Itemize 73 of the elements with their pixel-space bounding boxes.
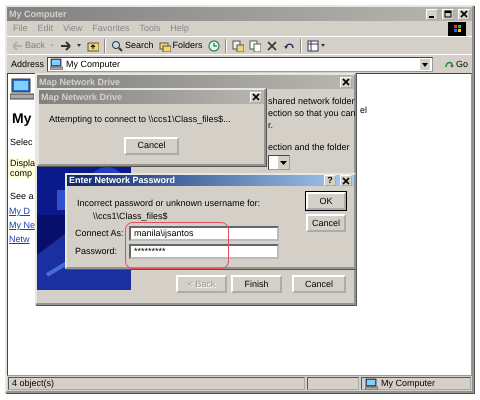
- pane-text-line: comp: [10, 168, 34, 180]
- clock-icon: [208, 40, 220, 52]
- wizard-button[interactable]: Finish: [231, 275, 282, 293]
- move-to-icon: [232, 40, 244, 52]
- help-button[interactable]: ?: [324, 175, 336, 186]
- pane-text: Selec: [9, 136, 34, 148]
- cancel-button[interactable]: Cancel: [124, 136, 179, 155]
- window-title: Enter Network Password: [69, 175, 176, 186]
- go-button[interactable]: Go: [444, 58, 468, 70]
- dropdown-caret-icon: [278, 156, 289, 169]
- ok-button[interactable]: OK: [306, 192, 346, 210]
- close-button[interactable]: [340, 175, 352, 186]
- input-field[interactable]: manila\ijsantos: [129, 226, 279, 241]
- forward-arrow-button[interactable]: [60, 40, 72, 52]
- clock-button[interactable]: [208, 40, 220, 52]
- minimize-button[interactable]: [426, 8, 438, 20]
- field-label: Connect As:: [75, 228, 125, 238]
- cancel-button[interactable]: Cancel: [306, 214, 346, 232]
- pane-text: See a: [9, 191, 35, 202]
- folders-button[interactable]: Folders: [158, 40, 203, 52]
- window-title: My Computer: [9, 8, 68, 20]
- wizard-text: ection so that you can: [268, 108, 356, 119]
- close-icon: [342, 78, 350, 86]
- close-icon: [342, 176, 350, 184]
- input-field[interactable]: *********: [129, 244, 279, 259]
- wizard-text: shared network folder: [268, 96, 356, 107]
- views-icon: [306, 40, 319, 52]
- window-title: Map Network Drive: [39, 76, 122, 88]
- maximize-icon: [444, 10, 452, 18]
- address-value: My Computer: [66, 58, 122, 70]
- folders-icon: [158, 40, 171, 52]
- wizard-text: r.: [268, 120, 274, 130]
- delete-icon: [266, 40, 278, 52]
- pane-link[interactable]: Netw: [8, 234, 30, 244]
- dropdown-caret-icon[interactable]: [420, 58, 430, 70]
- window-title: Map Network Drive: [41, 92, 124, 102]
- computer-icon: [50, 58, 64, 70]
- pane-text-line: Displa: [10, 158, 35, 168]
- address-field[interactable]: My Computer: [47, 56, 433, 72]
- label-fragment: el: [360, 105, 368, 116]
- windows-logo-icon: [448, 22, 466, 36]
- back-arrow-icon: [11, 40, 23, 52]
- close-button[interactable]: [458, 8, 470, 20]
- wizard-button[interactable]: Cancel: [292, 275, 346, 293]
- share-path: \\ccs1\Class_files$: [92, 210, 169, 222]
- dialog-message: Incorrect password or unknown username for:: [76, 198, 262, 209]
- pane-link[interactable]: My Ne: [8, 220, 35, 230]
- close-button[interactable]: [250, 92, 262, 102]
- field-label: Password:: [75, 246, 118, 256]
- close-icon: [460, 10, 468, 18]
- views-button[interactable]: [306, 40, 326, 52]
- status-panel: [307, 377, 359, 390]
- folder-up-icon: [87, 40, 100, 52]
- copy-to-icon: [248, 40, 261, 52]
- computer-icon: [10, 78, 34, 100]
- search-icon: [111, 40, 124, 52]
- close-icon: [252, 93, 260, 101]
- address-label: Address: [11, 58, 44, 70]
- search-button[interactable]: Search: [111, 40, 154, 52]
- move-to-button[interactable]: [232, 40, 244, 52]
- zone-text: My Computer: [381, 378, 436, 389]
- progress-message: Attempting to connect to \\ccs1\Class_files$...: [49, 114, 231, 125]
- folder-up-button[interactable]: [87, 40, 100, 52]
- pane-title: My: [12, 110, 31, 127]
- forward-arrow-icon: [60, 40, 72, 52]
- status-text: 4 object(s): [12, 378, 54, 389]
- close-button[interactable]: [340, 76, 352, 88]
- wizard-text: ection and the folder: [268, 142, 351, 154]
- drive-dropdown[interactable]: [268, 155, 290, 170]
- pane-link[interactable]: My D: [8, 206, 30, 216]
- copy-to-button[interactable]: [248, 40, 261, 52]
- maximize-button[interactable]: [442, 8, 454, 20]
- delete-button[interactable]: [266, 40, 278, 52]
